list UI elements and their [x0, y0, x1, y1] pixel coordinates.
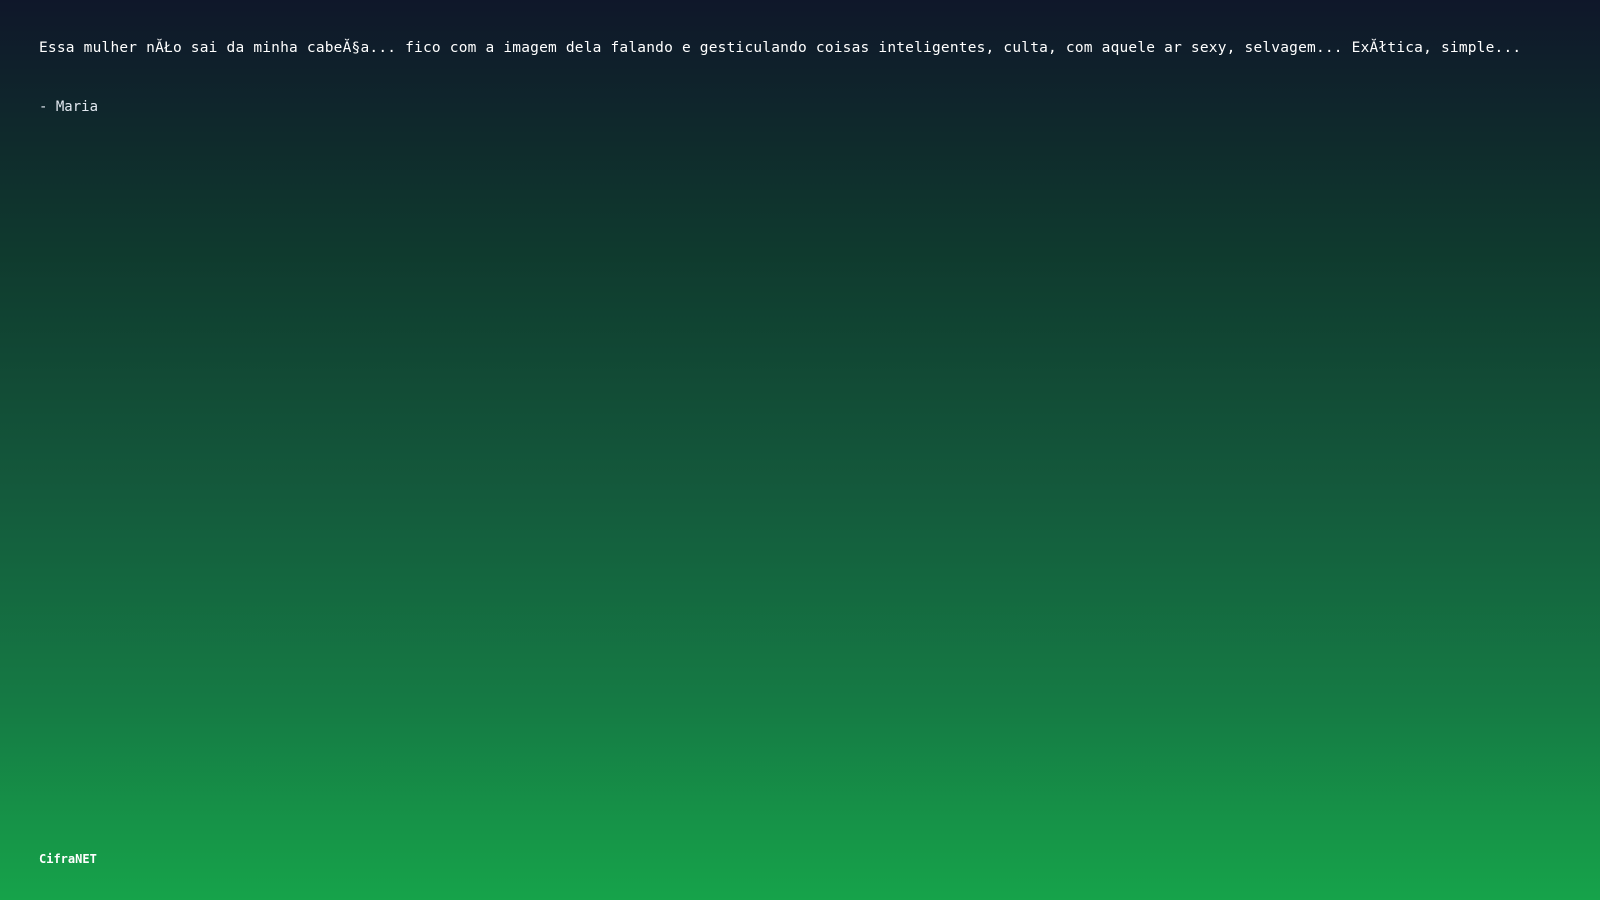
quote-author: - Maria [39, 99, 99, 115]
brand-label: CifraNET [39, 852, 97, 866]
quote-text: Essa mulher nĂŁo sai da minha cabeĂ§a...… [39, 40, 1522, 56]
quote-card: Essa mulher nĂŁo sai da minha cabeĂ§a...… [39, 38, 1560, 117]
